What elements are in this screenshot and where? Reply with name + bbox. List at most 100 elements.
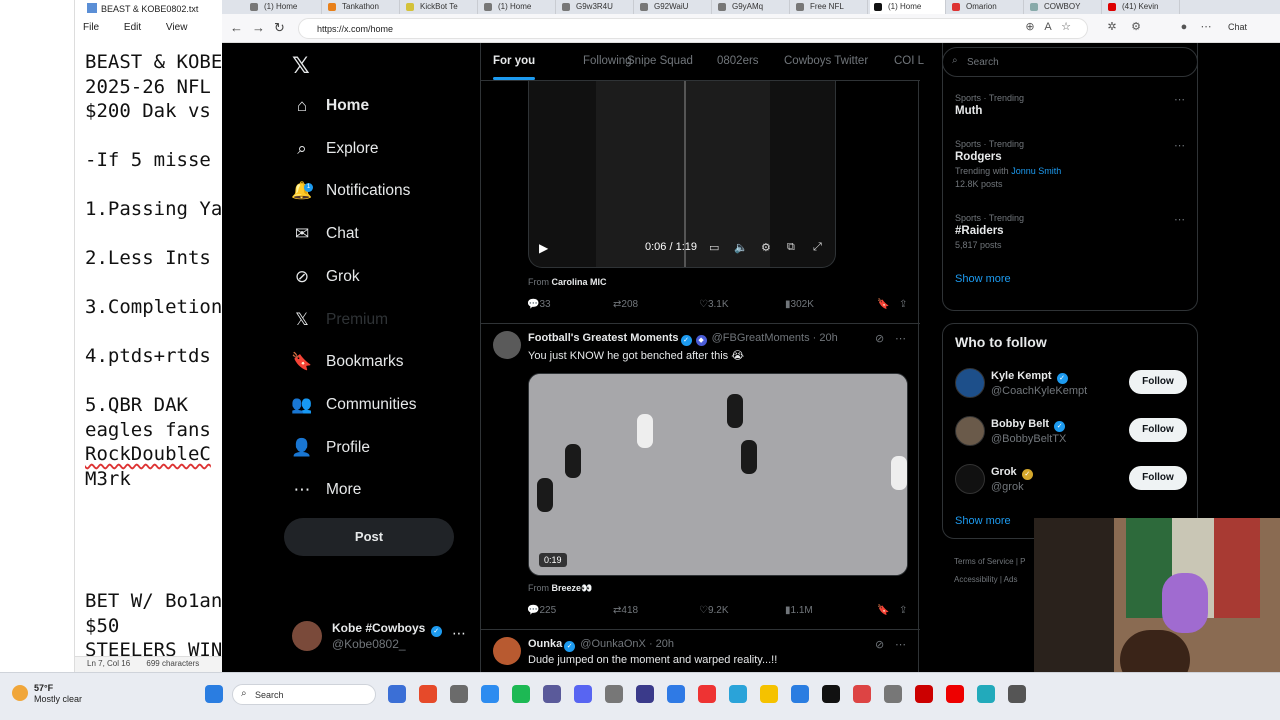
tab-following[interactable]: Following: [583, 55, 632, 67]
taskbar-app-icon[interactable]: [915, 685, 933, 703]
nav-item-home[interactable]: ⌂ Home: [292, 91, 369, 121]
from-source[interactable]: Breeze👀: [552, 583, 593, 593]
browser-tab[interactable]: G9yAMq: [714, 0, 790, 14]
extension-icon[interactable]: ✲: [1106, 21, 1118, 33]
show-more-link[interactable]: Show more: [955, 515, 1011, 527]
menu-view[interactable]: View: [166, 22, 188, 33]
grok-icon[interactable]: ⊘: [875, 332, 884, 345]
browser-tab[interactable]: Tankathon: [324, 0, 400, 14]
read-aloud-icon[interactable]: A: [1042, 21, 1054, 33]
trend-item[interactable]: Sports · Trending #Raiders 5,817 posts ⋯: [955, 213, 1185, 250]
taskbar-app-icon[interactable]: [388, 685, 406, 703]
more-icon[interactable]: ⋯: [1174, 139, 1185, 152]
follow-suggestion[interactable]: Grok ✓ @grok Follow: [955, 464, 1187, 500]
taskbar-app-icon[interactable]: [791, 685, 809, 703]
more-icon[interactable]: ⋯: [895, 638, 906, 651]
taskbar-app-icon[interactable]: [884, 685, 902, 703]
repost-button[interactable]: ⇄ 208: [613, 299, 638, 310]
taskbar-app-icon[interactable]: [574, 685, 592, 703]
more-icon[interactable]: ⋯: [1174, 213, 1185, 226]
browser-tab[interactable]: Free NFL: [792, 0, 868, 14]
taskbar-app-icon[interactable]: [481, 685, 499, 703]
terms-link[interactable]: Terms of Service: [954, 557, 1014, 566]
back-button[interactable]: ←: [230, 20, 243, 35]
bookmark-icon[interactable]: 🔖: [877, 299, 889, 310]
forward-button[interactable]: →: [252, 20, 265, 35]
grok-icon[interactable]: ⊘: [875, 638, 884, 651]
fullscreen-icon[interactable]: ⤢: [813, 241, 822, 254]
taskbar-app-icon[interactable]: [822, 685, 840, 703]
nav-item-explore[interactable]: ⌕ Explore: [292, 134, 378, 164]
like-button[interactable]: ♡ 3.1K: [699, 299, 729, 310]
browser-tab[interactable]: KickBot Te: [402, 0, 478, 14]
from-source[interactable]: Carolina MIC: [552, 277, 607, 287]
share-icon[interactable]: ⇪: [899, 299, 907, 310]
privacy-link[interactable]: P: [1020, 557, 1025, 566]
browser-tab[interactable]: G92WaiU: [636, 0, 712, 14]
taskbar-app-icon[interactable]: [419, 685, 437, 703]
taskbar-app-icon[interactable]: [667, 685, 685, 703]
author-handle[interactable]: @FBGreatMoments · 20h: [712, 332, 838, 344]
follow-button[interactable]: Follow: [1129, 418, 1187, 442]
taskbar-app-icon[interactable]: [636, 685, 654, 703]
trend-related-link[interactable]: Jonnu Smith: [1011, 166, 1061, 176]
more-icon[interactable]: ⋯: [452, 625, 466, 642]
nav-item-more[interactable]: ⋯ More: [292, 475, 362, 505]
follow-suggestion[interactable]: Kyle Kempt ✓ @CoachKyleKempt Follow: [955, 368, 1187, 404]
nav-item-communities[interactable]: 👥 Communities: [291, 390, 416, 420]
menu-edit[interactable]: Edit: [124, 22, 141, 33]
browser-tab[interactable]: (1) Home: [870, 0, 946, 14]
reply-button[interactable]: 💬 225: [527, 605, 556, 616]
favorite-star-icon[interactable]: ☆: [1060, 21, 1072, 33]
tab-cowboys-twitter[interactable]: Cowboys Twitter: [784, 55, 868, 67]
pip-icon[interactable]: ⧉: [787, 241, 795, 254]
extensions-puzzle-icon[interactable]: ⚙: [1130, 21, 1142, 33]
nav-item-bookmarks[interactable]: 🔖 Bookmarks: [291, 347, 403, 377]
taskbar-app-icon[interactable]: [698, 685, 716, 703]
views-button[interactable]: ▮ 302K: [785, 299, 814, 310]
start-button-icon[interactable]: [205, 685, 223, 703]
copilot-chat-button[interactable]: Chat: [1228, 22, 1247, 32]
browser-tab[interactable]: COWBOY: [1026, 0, 1102, 14]
avatar[interactable]: [493, 331, 521, 359]
weather-widget[interactable]: 57°F Mostly clear: [12, 683, 82, 705]
menu-dots-icon[interactable]: ⋯: [1200, 21, 1212, 33]
settings-icon[interactable]: ⚙: [761, 241, 771, 254]
tab-for-you[interactable]: For you: [493, 55, 536, 80]
like-button[interactable]: ♡ 9.2K: [699, 605, 729, 616]
account-switcher[interactable]: Kobe #Cowboys ✓ @Kobe0802_ ⋯: [292, 619, 472, 659]
play-icon[interactable]: ▶: [539, 241, 548, 255]
more-icon[interactable]: ⋯: [895, 332, 906, 345]
reply-button[interactable]: 💬 33: [527, 299, 551, 310]
tab-snipe-squad[interactable]: Snipe Squad: [627, 55, 693, 67]
show-more-link[interactable]: Show more: [955, 273, 1011, 285]
url-field[interactable]: https://x.com/home: [298, 18, 1088, 39]
author-name[interactable]: Ounka: [528, 638, 562, 650]
post-button[interactable]: Post: [284, 518, 454, 556]
tab-coi-l[interactable]: COI L: [894, 55, 924, 67]
share-icon[interactable]: ⇪: [899, 605, 907, 616]
nav-item-chat[interactable]: ✉ Chat: [292, 219, 359, 249]
video-player[interactable]: ▶ 0:06 / 1:19 ▭ 🔈 ⚙ ⧉ ⤢: [528, 81, 836, 268]
video-player[interactable]: 0:19: [528, 373, 908, 576]
taskbar-app-icon[interactable]: [543, 685, 561, 703]
menu-file[interactable]: File: [83, 22, 99, 33]
browser-tab[interactable]: (1) Home: [246, 0, 322, 14]
more-icon[interactable]: ⋯: [1174, 93, 1185, 106]
browser-tab[interactable]: G9w3R4U: [558, 0, 634, 14]
taskbar-app-icon[interactable]: [946, 685, 964, 703]
author-name[interactable]: Football's Greatest Moments: [528, 332, 679, 344]
nav-item-grok[interactable]: ⊘ Grok: [292, 262, 360, 292]
follow-button[interactable]: Follow: [1129, 466, 1187, 490]
taskbar-app-icon[interactable]: [450, 685, 468, 703]
volume-icon[interactable]: 🔈: [734, 241, 748, 254]
trend-item[interactable]: Sports · Trending Rodgers Trending with Jo…: [955, 139, 1185, 189]
author-handle[interactable]: @OunkaOnX · 20h: [580, 638, 674, 650]
x-logo-icon[interactable]: 𝕏: [292, 53, 310, 79]
refresh-button[interactable]: ↻: [274, 20, 285, 36]
tab-0802ers[interactable]: 0802ers: [717, 55, 759, 67]
taskbar-app-icon[interactable]: [729, 685, 747, 703]
trend-item[interactable]: Sports · Trending Muth ⋯: [955, 93, 1185, 117]
taskbar-app-icon[interactable]: [977, 685, 995, 703]
avatar[interactable]: [493, 637, 521, 665]
